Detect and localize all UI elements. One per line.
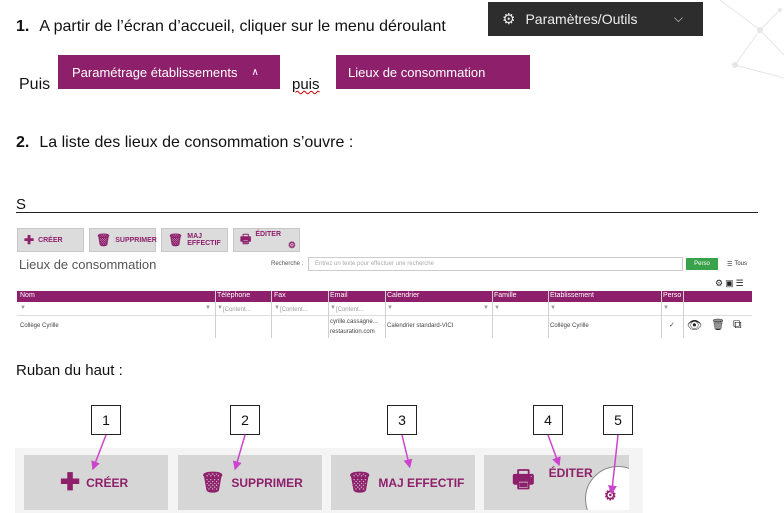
- callout-arrows: [91, 434, 619, 495]
